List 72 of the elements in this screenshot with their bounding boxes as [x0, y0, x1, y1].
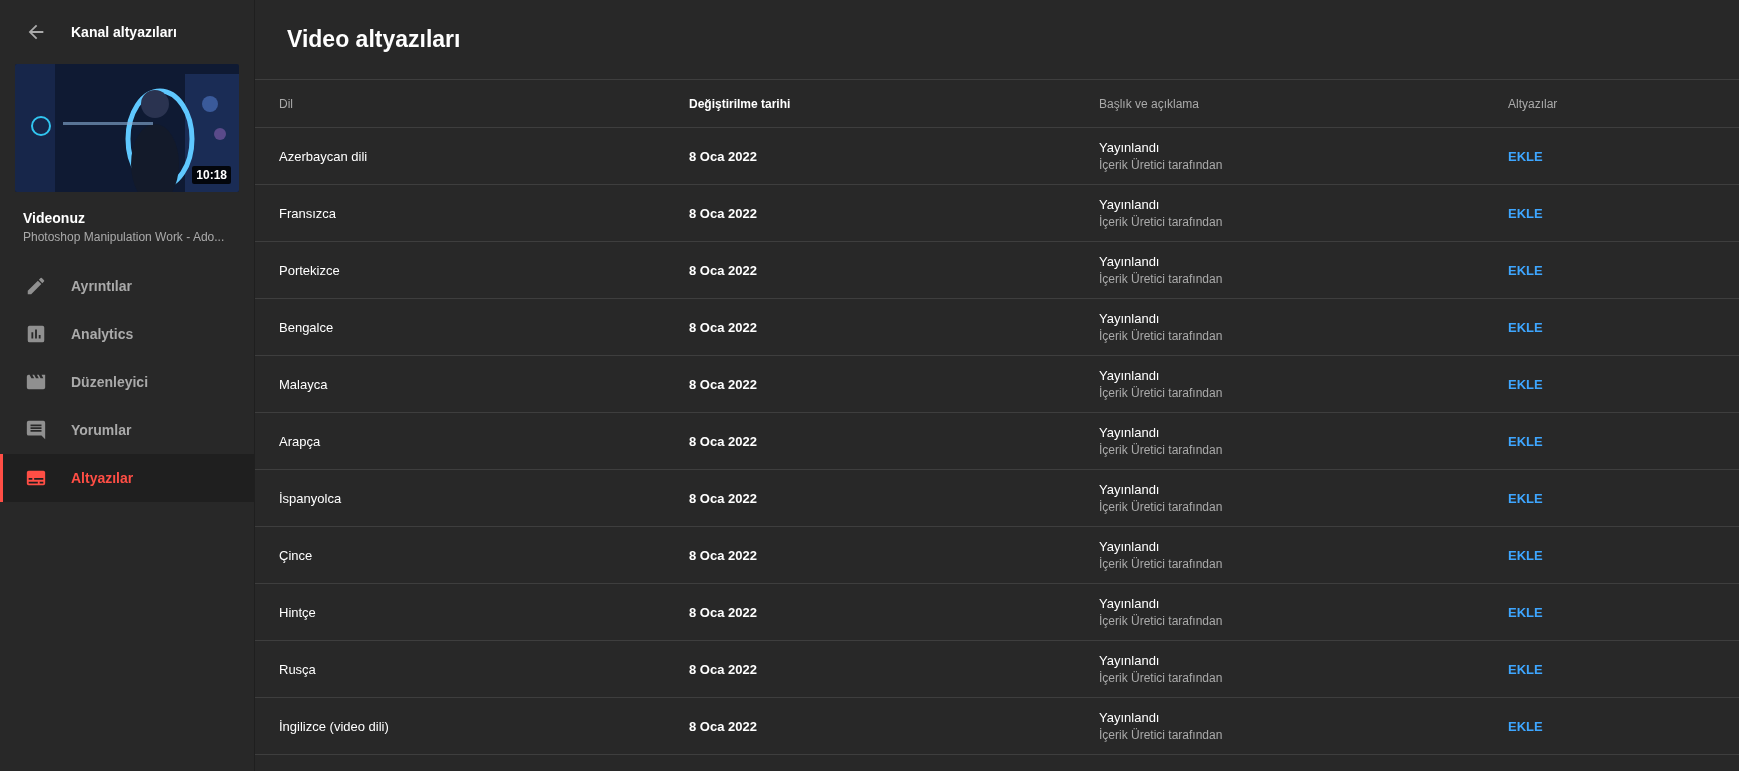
- language-cell-text: Bengalce: [279, 319, 335, 335]
- language-cell-text: Fransızca: [279, 205, 338, 221]
- language-cell-text: Çince: [279, 547, 314, 563]
- pencil-icon: [25, 275, 47, 297]
- language-cell-text: İspanyolca: [279, 490, 343, 506]
- author-text: İçerik Üretici tarafından: [1099, 215, 1223, 229]
- language-cell-text: Arapça: [279, 433, 322, 449]
- date-cell-text: 8 Oca 2022: [689, 205, 758, 221]
- language-cell-text: Rusça: [279, 661, 317, 677]
- nav-item[interactable]: Düzenleyici: [0, 358, 254, 406]
- add-link[interactable]: EKLE: [1508, 319, 1543, 335]
- status-text: Yayınlandı: [1099, 140, 1160, 155]
- author-text: İçerik Üretici tarafından: [1099, 728, 1223, 742]
- add-link[interactable]: EKLE: [1508, 490, 1543, 506]
- author-text: İçerik Üretici tarafından: [1099, 500, 1223, 514]
- language-cell-text: İngilizce (video dili): [279, 718, 390, 734]
- status-text: Yayınlandı: [1099, 710, 1160, 725]
- nav-item[interactable]: Altyazılar: [0, 454, 254, 502]
- status-text: Yayınlandı: [1099, 653, 1160, 668]
- date-cell-text: 8 Oca 2022: [689, 433, 758, 449]
- author-text: İçerik Üretici tarafından: [1099, 329, 1223, 343]
- page-title: Video altyazıları: [287, 26, 461, 53]
- comment-icon: [25, 419, 47, 441]
- author-text: İçerik Üretici tarafından: [1099, 614, 1223, 628]
- date-cell-text: 8 Oca 2022: [689, 262, 758, 278]
- author-text: İçerik Üretici tarafından: [1099, 671, 1223, 685]
- author-text: İçerik Üretici tarafından: [1099, 557, 1223, 571]
- date-cell-text: 8 Oca 2022: [689, 148, 758, 164]
- status-text: Yayınlandı: [1099, 254, 1160, 269]
- date-cell-text: 8 Oca 2022: [689, 490, 758, 506]
- status-text: Yayınlandı: [1099, 425, 1160, 440]
- author-text: İçerik Üretici tarafından: [1099, 443, 1223, 457]
- author-text: İçerik Üretici tarafından: [1099, 272, 1223, 286]
- add-link[interactable]: EKLE: [1508, 661, 1543, 677]
- add-link[interactable]: EKLE: [1508, 718, 1543, 734]
- status-text: Yayınlandı: [1099, 197, 1160, 212]
- video-label: Videonuz: [23, 210, 86, 226]
- status-text: Yayınlandı: [1099, 482, 1160, 497]
- status-text: Yayınlandı: [1099, 539, 1160, 554]
- nav-item[interactable]: Analytics: [0, 310, 254, 358]
- date-cell-text: 8 Oca 2022: [689, 376, 758, 392]
- column-header[interactable]: Altyazılar: [1508, 96, 1739, 111]
- add-link[interactable]: EKLE: [1508, 604, 1543, 620]
- add-link[interactable]: EKLE: [1508, 547, 1543, 563]
- duration-badge: 10:18: [192, 166, 231, 184]
- author-text: İçerik Üretici tarafından: [1099, 386, 1223, 400]
- add-link[interactable]: EKLE: [1508, 433, 1543, 449]
- language-cell-text: Azerbaycan dili: [279, 148, 369, 164]
- add-link[interactable]: EKLE: [1508, 205, 1543, 221]
- date-cell-text: 8 Oca 2022: [689, 547, 758, 563]
- nav-item[interactable]: Yorumlar: [0, 406, 254, 454]
- add-link[interactable]: EKLE: [1508, 262, 1543, 278]
- video-title: Photoshop Manipulation Work - Ado...: [23, 230, 226, 244]
- language-cell-text: Portekizce: [279, 262, 341, 278]
- add-link[interactable]: EKLE: [1508, 148, 1543, 164]
- column-header[interactable]: Dil: [279, 96, 689, 111]
- language-cell-text: Malayca: [279, 376, 329, 392]
- column-header[interactable]: Değiştirilme tarihi: [689, 96, 1099, 111]
- status-text: Yayınlandı: [1099, 311, 1160, 326]
- date-cell-text: 8 Oca 2022: [689, 661, 758, 677]
- sidebar-title: Kanal altyazıları: [71, 24, 177, 40]
- status-text: Yayınlandı: [1099, 368, 1160, 383]
- author-text: İçerik Üretici tarafından: [1099, 158, 1223, 172]
- date-cell-text: 8 Oca 2022: [689, 604, 758, 620]
- column-header[interactable]: Başlık ve açıklama: [1099, 96, 1508, 111]
- date-cell-text: 8 Oca 2022: [689, 319, 758, 335]
- date-cell-text: 8 Oca 2022: [689, 718, 758, 734]
- nav-item[interactable]: Ayrıntılar: [0, 262, 254, 310]
- status-text: Yayınlandı: [1099, 596, 1160, 611]
- bar-chart-icon: [25, 323, 47, 345]
- language-cell-text: Hintçe: [279, 604, 317, 620]
- add-link[interactable]: EKLE: [1508, 376, 1543, 392]
